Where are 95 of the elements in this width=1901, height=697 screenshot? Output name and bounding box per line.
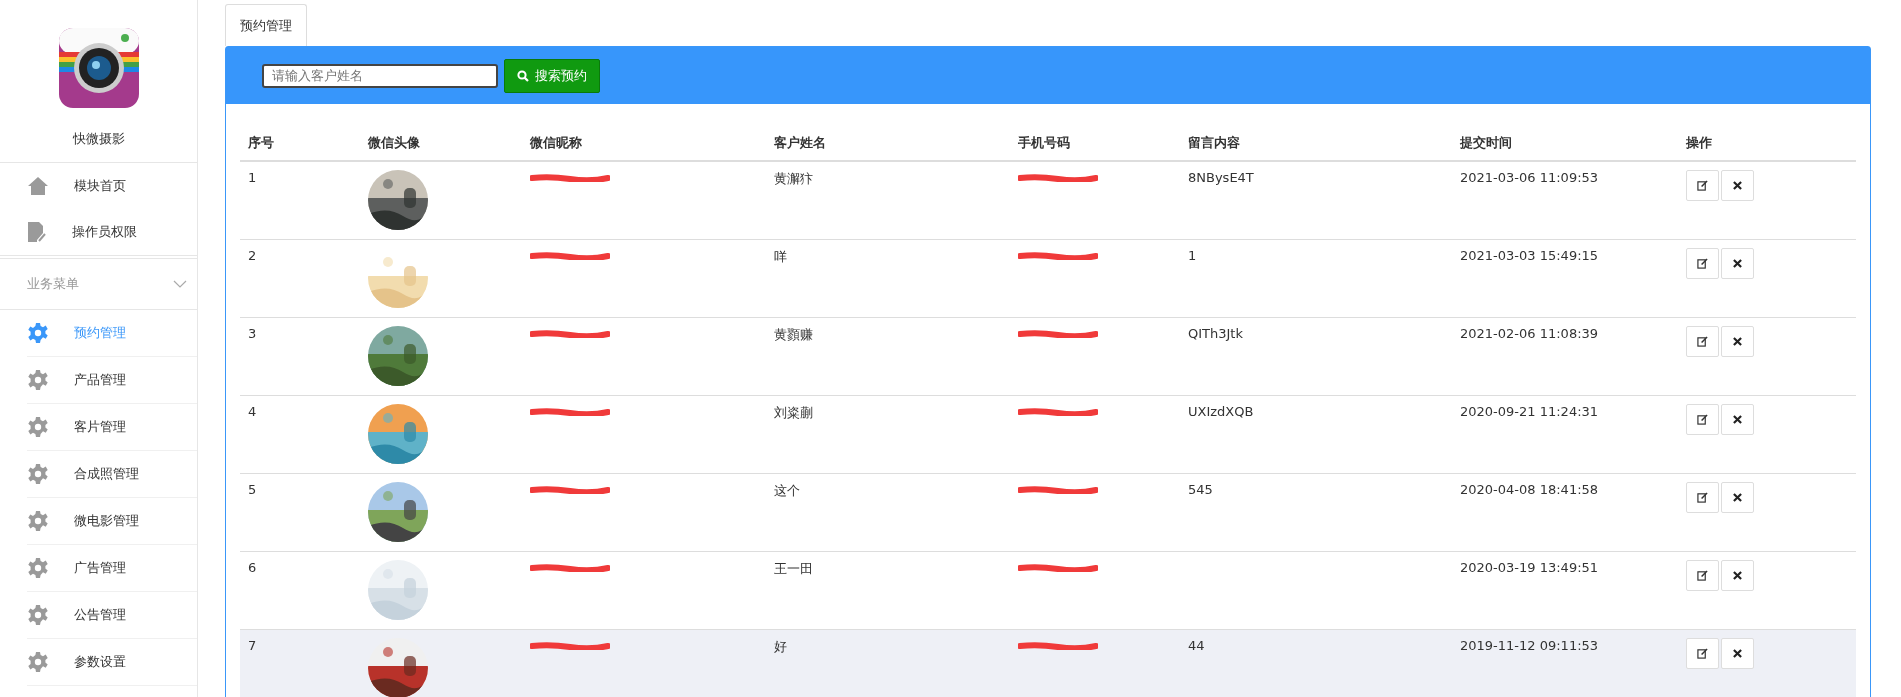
edit-icon xyxy=(1697,414,1708,425)
table-row[interactable]: 3 黄顟赚 QITh3Jtk 2021-02-06 11:08:39 xyxy=(240,317,1856,396)
menu-item[interactable]: 广告管理 xyxy=(27,545,197,592)
search-field[interactable]: 请输入客户姓名 xyxy=(262,63,498,88)
table-cell: 2 xyxy=(248,248,257,263)
table-cell: UXIzdXQB xyxy=(1188,404,1254,419)
delete-button[interactable] xyxy=(1721,404,1754,435)
table-cell: 2021-02-06 11:08:39 xyxy=(1460,326,1599,341)
tab[interactable]: 预约管理 xyxy=(225,4,307,46)
menu-item[interactable]: 客片管理 xyxy=(27,404,197,451)
table-cell: QITh3Jtk xyxy=(1188,326,1243,341)
menu-item[interactable]: 微电影管理 xyxy=(27,498,197,545)
search-button[interactable]: 搜索预约 xyxy=(504,58,600,93)
gear-icon xyxy=(28,652,48,672)
table-cell: 1 xyxy=(1188,248,1197,263)
edit-button[interactable] xyxy=(1686,170,1719,201)
delete-button[interactable] xyxy=(1721,638,1754,669)
close-icon xyxy=(1733,337,1742,346)
table-cell: 咩 xyxy=(774,249,787,264)
menu-item[interactable]: 公告管理 xyxy=(27,592,197,639)
table-cell: 刘粢蒯 xyxy=(774,405,813,420)
gear-icon xyxy=(28,511,48,531)
app-name: 快微摄影 xyxy=(72,130,125,148)
table-row[interactable]: 2 咩 1 2021-03-03 15:49:15 xyxy=(240,239,1856,318)
table-cell: 6 xyxy=(248,560,257,575)
table-row[interactable]: 1 黄澥犿 8NBysE4T 2021-03-06 11:09:53 xyxy=(240,161,1856,240)
delete-button[interactable] xyxy=(1721,482,1754,513)
menu-item[interactable]: 操作员权限 xyxy=(0,209,197,256)
edit-button[interactable] xyxy=(1686,638,1719,669)
column-header: 客户姓名 xyxy=(774,135,826,150)
menu-item[interactable]: 合成照管理 xyxy=(27,451,197,498)
column-header: 序号 xyxy=(248,135,274,150)
close-icon xyxy=(1733,415,1742,424)
edit-button[interactable] xyxy=(1686,326,1719,357)
close-icon xyxy=(1733,493,1742,502)
menu-item[interactable]: 参数设置 xyxy=(27,639,197,686)
home-icon xyxy=(28,177,48,195)
column-header: 提交时间 xyxy=(1460,135,1512,150)
delete-button[interactable] xyxy=(1721,170,1754,201)
menu-item[interactable]: 模块首页 xyxy=(0,163,197,209)
close-icon xyxy=(1733,571,1742,580)
table-row[interactable]: 6 王一田 2020-03-19 13:49:51 xyxy=(240,551,1856,630)
table-cell: 2020-04-08 18:41:58 xyxy=(1460,482,1599,497)
table-cell: 黄顟赚 xyxy=(774,327,813,342)
gear-icon xyxy=(28,558,48,578)
edit-button[interactable] xyxy=(1686,560,1719,591)
table-cell: 黄澥犿 xyxy=(774,171,813,186)
edit-icon xyxy=(1697,258,1708,269)
edit-icon xyxy=(1697,492,1708,503)
delete-button[interactable] xyxy=(1721,326,1754,357)
table-cell: 3 xyxy=(248,326,257,341)
edit-button[interactable] xyxy=(1686,248,1719,279)
document-edit-icon xyxy=(28,222,46,242)
close-icon xyxy=(1733,181,1742,190)
table-row[interactable]: 5 这个 545 2020-04-08 18:41:58 xyxy=(240,473,1856,552)
gear-icon xyxy=(28,605,48,625)
edit-button[interactable] xyxy=(1686,404,1719,435)
column-header: 操作 xyxy=(1686,135,1712,150)
gear-icon xyxy=(28,323,48,343)
column-header: 微信昵称 xyxy=(530,135,582,150)
gear-icon xyxy=(28,464,48,484)
table-cell: 2020-03-19 13:49:51 xyxy=(1460,560,1599,575)
table-row[interactable]: 7 好 44 2019-11-12 09:11:53 xyxy=(240,629,1856,697)
close-icon xyxy=(1733,259,1742,268)
table-row[interactable]: 4 刘粢蒯 UXIzdXQB 2020-09-21 11:24:31 xyxy=(240,395,1856,474)
table-cell: 好 xyxy=(774,639,787,654)
column-header: 留言内容 xyxy=(1188,135,1240,150)
table-cell: 这个 xyxy=(774,483,800,498)
gear-icon xyxy=(28,370,48,390)
delete-button[interactable] xyxy=(1721,560,1754,591)
close-icon xyxy=(1733,649,1742,658)
table-cell: 王一田 xyxy=(774,561,813,576)
table-cell: 8NBysE4T xyxy=(1188,170,1254,185)
column-header: 手机号码 xyxy=(1018,135,1070,150)
column-header: 微信头像 xyxy=(368,135,420,150)
edit-icon xyxy=(1697,336,1708,347)
table-cell: 7 xyxy=(248,638,257,653)
edit-icon xyxy=(1697,570,1708,581)
delete-button[interactable] xyxy=(1721,248,1754,279)
edit-icon xyxy=(1697,180,1708,191)
gear-icon xyxy=(28,417,48,437)
menu-item[interactable]: 产品管理 xyxy=(27,357,197,404)
table-cell: 5 xyxy=(248,482,257,497)
table-cell: 2021-03-06 11:09:53 xyxy=(1460,170,1599,185)
table-cell: 545 xyxy=(1188,482,1213,497)
table-cell: 4 xyxy=(248,404,257,419)
edit-button[interactable] xyxy=(1686,482,1719,513)
table-cell: 1 xyxy=(248,170,257,185)
table-cell: 44 xyxy=(1188,638,1205,653)
camera-logo-icon xyxy=(58,28,139,108)
table-cell: 2020-09-21 11:24:31 xyxy=(1460,404,1599,419)
edit-icon xyxy=(1697,648,1708,659)
table-cell: 2019-11-12 09:11:53 xyxy=(1460,638,1599,653)
search-icon xyxy=(517,69,529,82)
table-cell: 2021-03-03 15:49:15 xyxy=(1460,248,1599,263)
